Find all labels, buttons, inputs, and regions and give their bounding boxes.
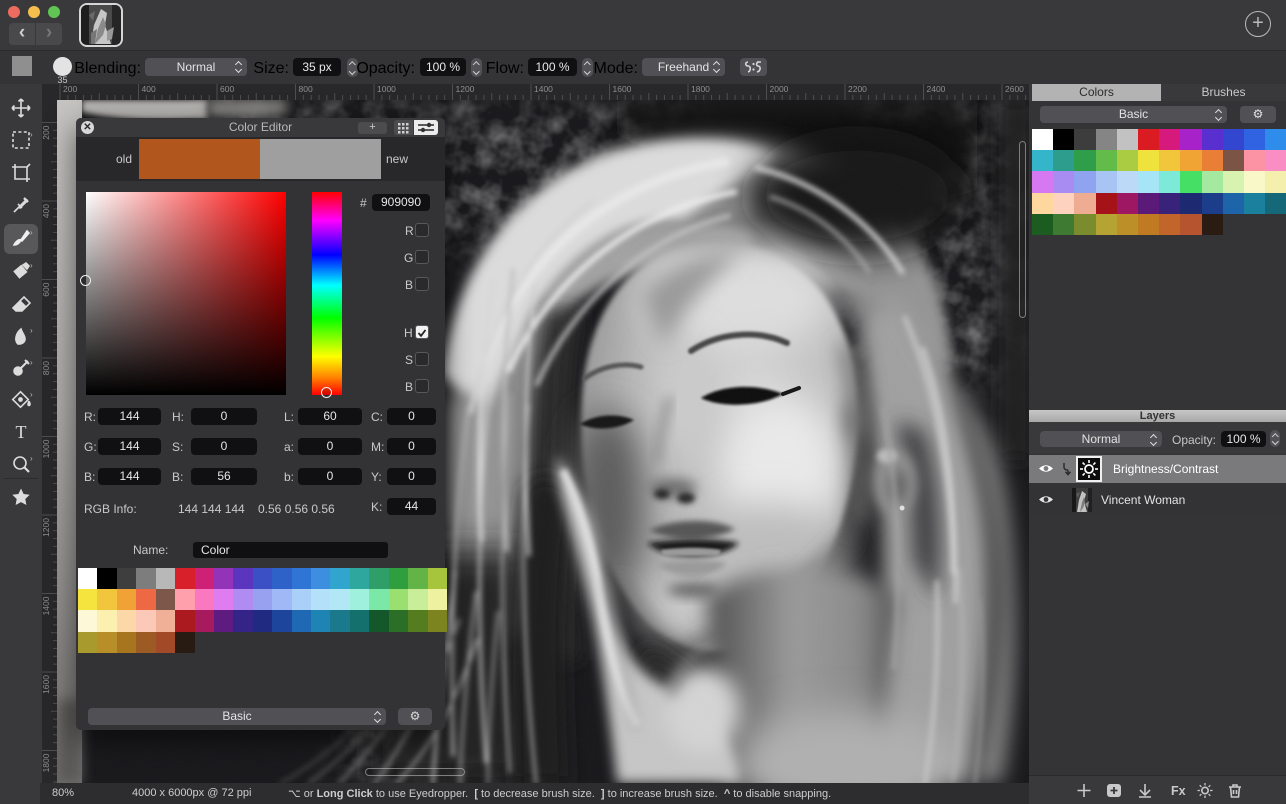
svg-text:1800: 1800 bbox=[42, 753, 51, 772]
svg-text:1200: 1200 bbox=[456, 84, 475, 94]
svg-text:1800: 1800 bbox=[691, 84, 710, 94]
svg-text:1200: 1200 bbox=[42, 518, 51, 537]
svg-text:1000: 1000 bbox=[377, 84, 396, 94]
svg-text:2200: 2200 bbox=[848, 84, 867, 94]
svg-text:600: 600 bbox=[42, 282, 51, 296]
svg-text:1600: 1600 bbox=[613, 84, 632, 94]
svg-text:2400: 2400 bbox=[927, 84, 946, 94]
svg-text:600: 600 bbox=[220, 84, 234, 94]
svg-text:800: 800 bbox=[299, 84, 313, 94]
svg-text:1400: 1400 bbox=[42, 596, 51, 615]
svg-text:Fx: Fx bbox=[1171, 784, 1186, 798]
svg-text:200: 200 bbox=[63, 84, 77, 94]
svg-text:800: 800 bbox=[42, 361, 51, 375]
svg-text:400: 400 bbox=[142, 84, 156, 94]
svg-text:200: 200 bbox=[42, 125, 51, 139]
svg-text:1000: 1000 bbox=[42, 439, 51, 458]
svg-text:400: 400 bbox=[42, 204, 51, 218]
svg-text:2600: 2600 bbox=[1005, 84, 1024, 94]
svg-text:2000: 2000 bbox=[770, 84, 789, 94]
svg-text:T: T bbox=[16, 422, 27, 442]
svg-text:1400: 1400 bbox=[534, 84, 553, 94]
svg-text:1600: 1600 bbox=[42, 675, 51, 694]
